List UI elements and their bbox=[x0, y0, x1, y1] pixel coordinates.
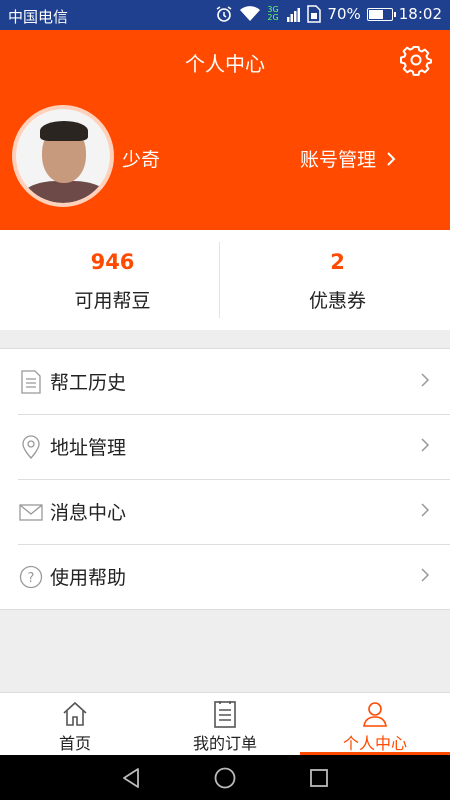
menu-item-help[interactable]: ? 使用帮助 bbox=[0, 544, 450, 609]
system-nav-bar bbox=[0, 755, 450, 800]
chevron-right-icon bbox=[421, 568, 430, 582]
tab-label: 我的订单 bbox=[192, 734, 257, 753]
question-circle-icon: ? bbox=[19, 565, 43, 588]
menu-item-label: 消息中心 bbox=[50, 502, 127, 524]
home-icon bbox=[63, 701, 87, 726]
menu-item-label: 帮工历史 bbox=[50, 372, 127, 394]
stat-value: 2 bbox=[330, 250, 345, 274]
document-icon bbox=[21, 369, 41, 394]
stats-panel: 946 可用帮豆 2 优惠券 bbox=[0, 230, 450, 330]
location-pin-icon bbox=[22, 434, 40, 459]
menu-item-history[interactable]: 帮工历史 bbox=[0, 349, 450, 414]
person-icon bbox=[363, 702, 387, 727]
recents-square-icon[interactable] bbox=[307, 766, 331, 790]
chevron-right-icon bbox=[421, 503, 430, 517]
profile-menu: 帮工历史 地址管理 消息中心 ? 使用帮助 bbox=[0, 348, 450, 610]
bottom-tab-bar: 首页 我的订单 个人中心 bbox=[0, 692, 450, 755]
battery-percent: 70% bbox=[327, 5, 361, 23]
home-circle-icon[interactable] bbox=[213, 766, 237, 790]
stat-value: 946 bbox=[90, 250, 135, 274]
tab-orders[interactable]: 我的订单 bbox=[150, 693, 300, 755]
alarm-icon bbox=[217, 6, 232, 22]
sim-icon bbox=[307, 5, 322, 23]
envelope-icon bbox=[19, 503, 43, 521]
chevron-right-icon bbox=[421, 438, 430, 452]
menu-item-messages[interactable]: 消息中心 bbox=[0, 479, 450, 544]
wifi-icon bbox=[240, 6, 261, 21]
stat-label: 可用帮豆 bbox=[74, 290, 151, 312]
account-management-link[interactable]: 账号管理 bbox=[300, 145, 396, 172]
stat-coupons[interactable]: 2 优惠券 bbox=[225, 230, 450, 330]
settings-gear-icon[interactable] bbox=[400, 44, 432, 76]
profile-header: 个人中心 少奇 账号管理 bbox=[0, 30, 450, 230]
battery-icon bbox=[366, 7, 396, 21]
status-bar: 中国电信 3G 2G 70% 18:02 bbox=[0, 0, 450, 30]
svg-text:?: ? bbox=[28, 571, 35, 586]
menu-item-label: 地址管理 bbox=[50, 437, 127, 459]
menu-item-label: 使用帮助 bbox=[50, 567, 127, 589]
avatar[interactable] bbox=[12, 105, 114, 207]
clock: 18:02 bbox=[398, 5, 442, 23]
tab-label: 首页 bbox=[58, 734, 91, 753]
carrier-name: 中国电信 bbox=[8, 8, 69, 26]
tab-label: 个人中心 bbox=[342, 734, 407, 753]
chevron-right-icon bbox=[421, 373, 430, 387]
username: 少奇 bbox=[122, 149, 161, 171]
menu-item-address[interactable]: 地址管理 bbox=[0, 414, 450, 479]
tab-profile[interactable]: 个人中心 bbox=[300, 693, 450, 755]
stat-label: 优惠券 bbox=[308, 290, 366, 312]
stats-divider bbox=[219, 242, 220, 318]
back-icon[interactable] bbox=[119, 766, 143, 790]
network-type-label: 3G 2G bbox=[267, 5, 279, 22]
signal-icon bbox=[287, 8, 301, 22]
page-title: 个人中心 bbox=[185, 52, 265, 76]
stat-beans[interactable]: 946 可用帮豆 bbox=[0, 230, 225, 330]
chevron-right-icon bbox=[387, 151, 396, 166]
tab-home[interactable]: 首页 bbox=[0, 693, 150, 755]
battery-fill bbox=[368, 9, 384, 19]
order-list-icon bbox=[214, 701, 236, 728]
account-management-label: 账号管理 bbox=[300, 149, 377, 171]
